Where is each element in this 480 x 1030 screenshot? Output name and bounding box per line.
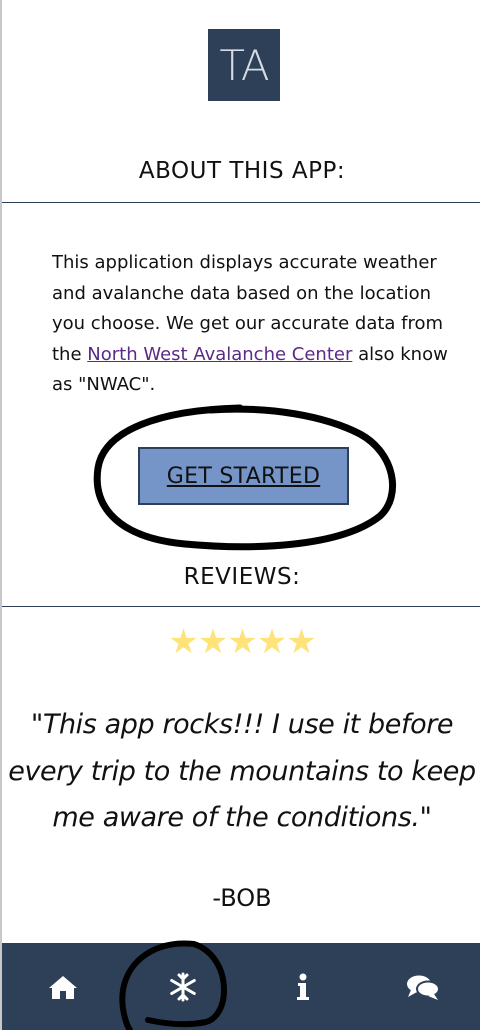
nav-conditions-button[interactable] xyxy=(143,943,223,1030)
app-logo: TA xyxy=(208,29,280,101)
app-logo-text: TA xyxy=(219,40,269,90)
home-icon xyxy=(49,975,77,999)
snowflake-icon xyxy=(170,972,196,1001)
divider xyxy=(2,606,480,607)
reviews-heading: REVIEWS: xyxy=(183,564,301,590)
nwac-link[interactable]: North West Avalanche Center xyxy=(87,344,352,365)
bottom-nav-bar xyxy=(2,943,480,1030)
chat-icon xyxy=(407,975,440,1000)
divider xyxy=(2,202,480,203)
info-icon xyxy=(297,973,309,1000)
about-page: TA ABOUT THIS APP: This application disp… xyxy=(0,0,480,1030)
about-heading: ABOUT THIS APP: xyxy=(138,158,346,184)
nav-home-button[interactable] xyxy=(23,943,103,1030)
get-started-button[interactable]: GET STARTED xyxy=(138,447,349,505)
review-author: -BOB xyxy=(212,884,272,912)
nav-info-button[interactable] xyxy=(263,943,343,1030)
about-description: This application displays accurate weath… xyxy=(52,248,452,401)
review-quote: "This app rocks!!! I use it before every… xyxy=(8,709,476,833)
nav-reviews-button[interactable] xyxy=(383,943,463,1030)
star-rating: ★★★★★ xyxy=(168,622,316,662)
